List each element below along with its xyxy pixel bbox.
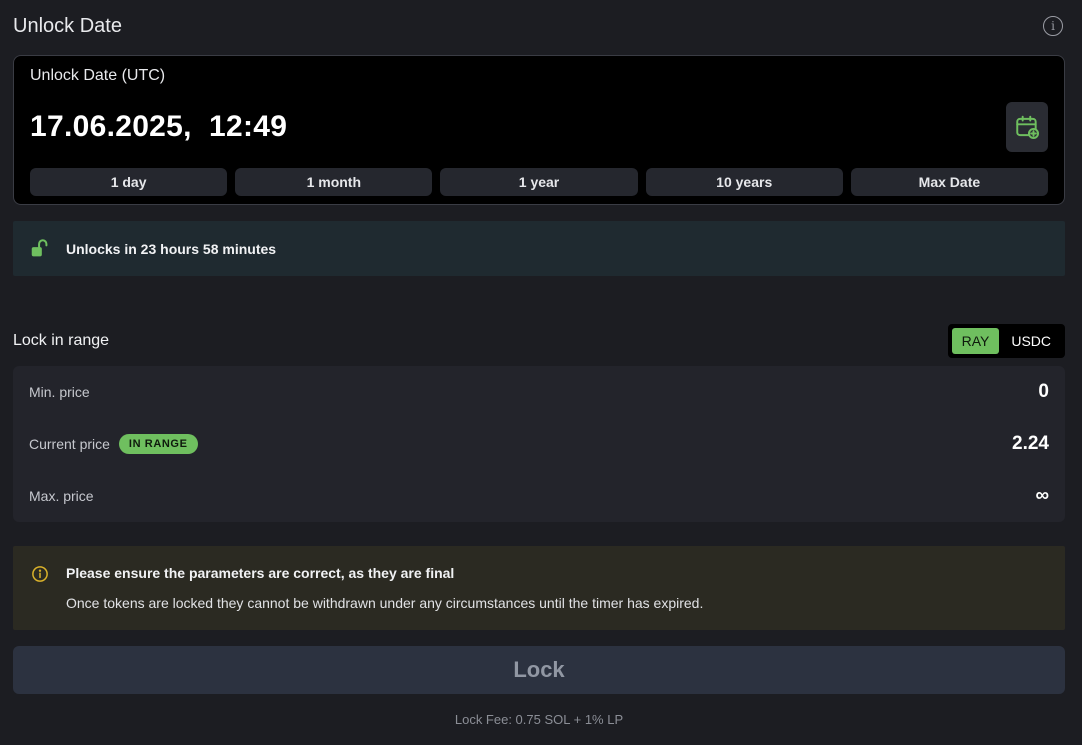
max-price-label: Max. price	[29, 488, 94, 504]
preset-1-month-button[interactable]: 1 month	[235, 168, 433, 196]
current-price-row: Current price IN RANGE 2.24	[29, 429, 1049, 459]
date-label: Unlock Date (UTC)	[30, 67, 166, 84]
unlock-countdown-text: Unlocks in 23 hours 58 minutes	[66, 240, 277, 257]
current-price-label-group: Current price IN RANGE	[29, 434, 198, 454]
warning-title: Please ensure the parameters are correct…	[66, 565, 455, 581]
current-price-label: Current price	[29, 436, 110, 452]
max-price-row: Max. price ∞	[29, 481, 1049, 511]
warning-icon	[32, 566, 48, 582]
min-price-value: 0	[1038, 381, 1049, 402]
preset-1-day-button[interactable]: 1 day	[30, 168, 228, 196]
unlock-icon	[31, 238, 48, 256]
toggle-usdc-button[interactable]: USDC	[1001, 328, 1061, 354]
preset-max-date-button[interactable]: Max Date	[850, 168, 1049, 196]
preset-1-year-button[interactable]: 1 year	[440, 168, 638, 196]
min-price-label: Min. price	[29, 384, 90, 400]
date-card: Unlock Date (UTC) 17.06.2025, 12:49 1 da…	[13, 55, 1065, 205]
unlock-countdown-banner: Unlocks in 23 hours 58 minutes	[13, 221, 1065, 276]
preset-10-years-button[interactable]: 10 years	[645, 168, 843, 196]
lock-button[interactable]: Lock	[13, 646, 1065, 694]
current-price-value: 2.24	[1012, 433, 1049, 454]
max-price-value: ∞	[1035, 485, 1049, 506]
info-icon[interactable]: i	[1043, 16, 1063, 36]
preset-buttons: 1 day 1 month 1 year 10 years Max Date	[30, 168, 1049, 196]
lock-fee-text: Lock Fee: 0.75 SOL + 1% LP	[454, 712, 624, 727]
in-range-badge: IN RANGE	[118, 434, 198, 454]
header: Unlock Date i	[13, 12, 1065, 40]
warning-text: Once tokens are locked they cannot be wi…	[66, 595, 704, 611]
toggle-ray-button[interactable]: RAY	[951, 328, 1000, 354]
range-title: Lock in range	[13, 332, 110, 349]
min-price-row: Min. price 0	[29, 377, 1049, 407]
range-header: Lock in range RAY USDC	[13, 324, 1065, 358]
warning-box: Please ensure the parameters are correct…	[13, 546, 1065, 630]
calendar-plus-icon	[1016, 115, 1040, 140]
currency-toggle: RAY USDC	[947, 324, 1065, 358]
unlock-date-panel: Unlock Date i Unlock Date (UTC) 17.06.20…	[0, 0, 1082, 745]
date-value[interactable]: 17.06.2025, 12:49	[30, 110, 287, 144]
calendar-button[interactable]	[1006, 102, 1048, 152]
price-range-card: Min. price 0 Current price IN RANGE 2.24…	[13, 366, 1065, 522]
page-title: Unlock Date	[13, 14, 122, 37]
